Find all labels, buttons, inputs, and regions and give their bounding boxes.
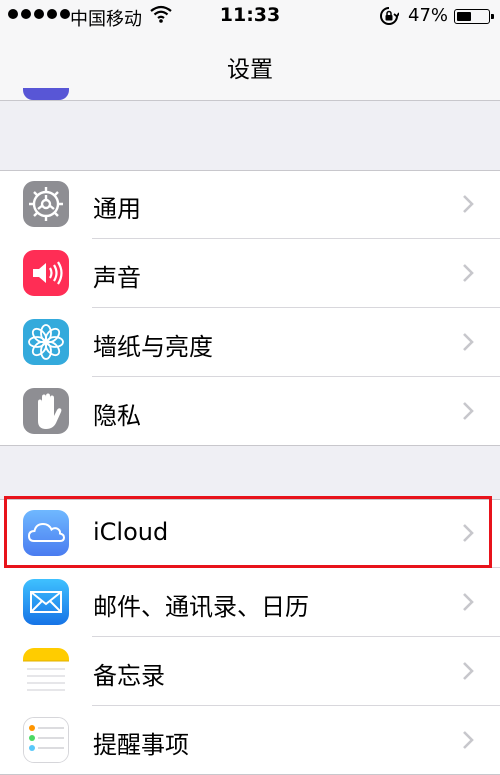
rotation-lock-icon <box>379 6 400 31</box>
chevron-right-icon <box>462 401 474 425</box>
settings-row-label: 墙纸与亮度 <box>93 333 213 361</box>
chevron-right-icon <box>462 332 474 356</box>
settings-row-label: 通用 <box>93 195 141 223</box>
partially-hidden-icon <box>23 88 69 100</box>
battery-icon <box>454 9 494 24</box>
flower-icon <box>23 319 69 365</box>
status-bar: 中国移动 11:33 47% <box>0 0 500 34</box>
chevron-right-icon <box>462 661 474 685</box>
chevron-right-icon <box>462 730 474 754</box>
settings-row-label: 声音 <box>93 264 141 292</box>
chevron-right-icon <box>462 194 474 218</box>
settings-row-sounds[interactable]: 声音 <box>0 239 500 308</box>
mail-icon <box>23 579 69 625</box>
settings-row-label: iCloud <box>93 518 169 546</box>
cloud-icon <box>23 510 69 556</box>
chevron-right-icon <box>462 263 474 287</box>
settings-row-mail-contacts-calendars[interactable]: 邮件、通讯录、日历 <box>0 568 500 637</box>
gear-icon <box>23 181 69 227</box>
notes-icon <box>23 648 69 694</box>
navigation-separator <box>0 100 500 101</box>
reminders-icon <box>23 717 69 763</box>
chevron-right-icon <box>462 523 474 547</box>
speaker-icon <box>23 250 69 296</box>
settings-row-icloud[interactable]: iCloud <box>0 499 500 568</box>
settings-row-label: 提醒事项 <box>93 731 189 759</box>
settings-group-general: 通用 声音 墙纸与亮度 隐私 <box>0 170 500 446</box>
hand-icon <box>23 388 69 434</box>
settings-group-accounts: iCloud 邮件、通讯录、日历 备忘录 提醒事项 <box>0 499 500 775</box>
navigation-bar: 中国移动 11:33 47% 设置 <box>0 0 500 100</box>
settings-row-wallpaper-brightness[interactable]: 墙纸与亮度 <box>0 308 500 377</box>
settings-row-label: 隐私 <box>93 402 141 430</box>
page-title: 设置 <box>227 57 273 83</box>
settings-row-notes[interactable]: 备忘录 <box>0 637 500 706</box>
settings-row-label: 备忘录 <box>93 662 165 690</box>
settings-row-general[interactable]: 通用 <box>0 170 500 239</box>
settings-row-privacy[interactable]: 隐私 <box>0 377 500 446</box>
settings-row-reminders[interactable]: 提醒事项 <box>0 706 500 775</box>
battery-percent: 47% <box>408 5 449 26</box>
chevron-right-icon <box>462 592 474 616</box>
settings-row-label: 邮件、通讯录、日历 <box>93 593 309 621</box>
